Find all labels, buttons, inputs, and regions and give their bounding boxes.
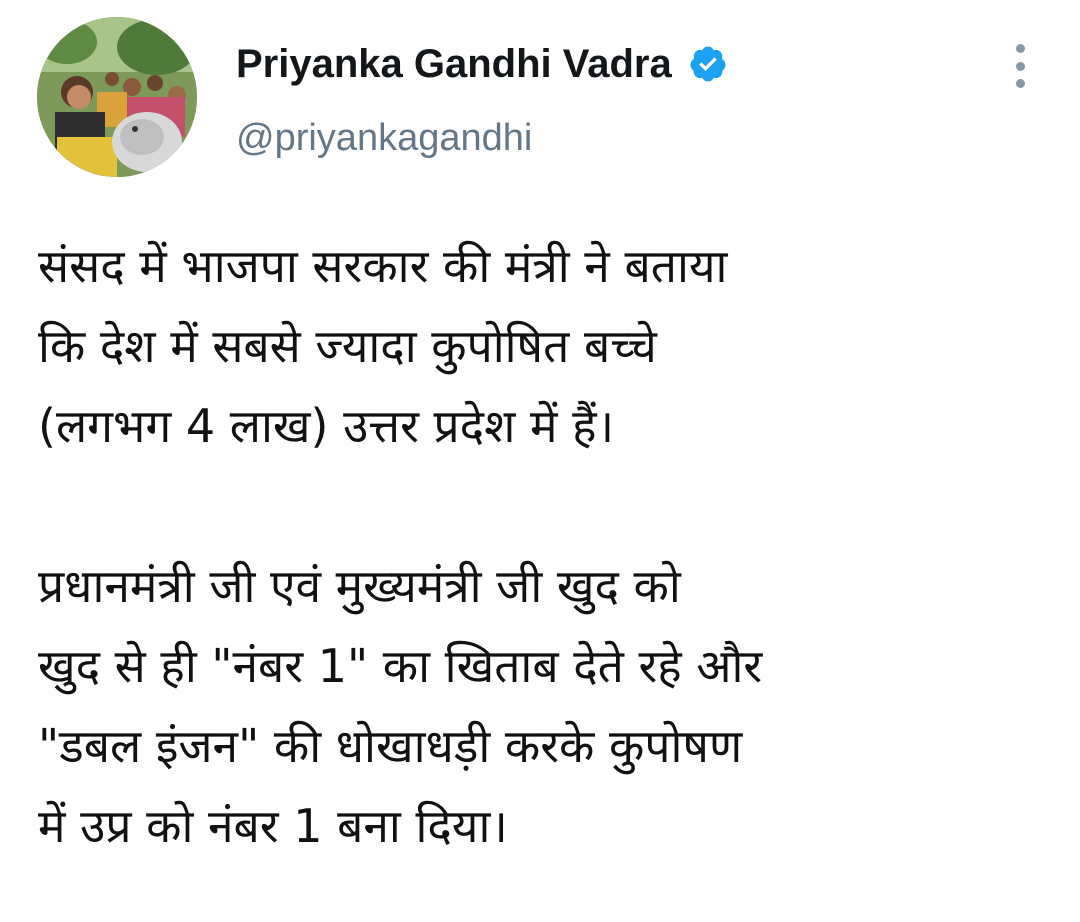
tweet-line: कि देश में सबसे ज्यादा कुपोषित बच्चे (38, 319, 657, 373)
menu-dot (1015, 44, 1025, 53)
tweet-text: संसद में भाजपा सरकार की मंत्री ने बताया … (38, 226, 1058, 866)
author-name-text[interactable]: Priyanka Gandhi Vadra (236, 40, 672, 88)
tweet-line: संसद में भाजपा सरकार की मंत्री ने बताया (38, 239, 728, 293)
tweet-line: में उप्र को नंबर 1 बना दिया। (38, 799, 508, 853)
menu-dot (1015, 79, 1025, 88)
profile-photo (37, 17, 197, 177)
avatar[interactable] (37, 17, 197, 177)
author-display-name[interactable]: Priyanka Gandhi Vadra (236, 40, 728, 88)
author-handle[interactable]: @priyankagandhi (236, 115, 532, 161)
verified-badge-icon (690, 46, 726, 82)
menu-dot (1015, 61, 1025, 71)
tweet-line: प्रधानमंत्री जी एवं मुख्यमंत्री जी खुद क… (38, 559, 681, 613)
tweet-line: "डबल इंजन" की धोखाधड़ी करके कुपोषण (38, 719, 743, 773)
tweet-line: (लगभग 4 लाख) उत्तर प्रदेश में हैं। (38, 399, 614, 453)
tweet-line: खुद से ही "नंबर 1" का खिताब देते रहे और (38, 639, 763, 693)
more-vertical-icon[interactable] (1008, 44, 1032, 88)
